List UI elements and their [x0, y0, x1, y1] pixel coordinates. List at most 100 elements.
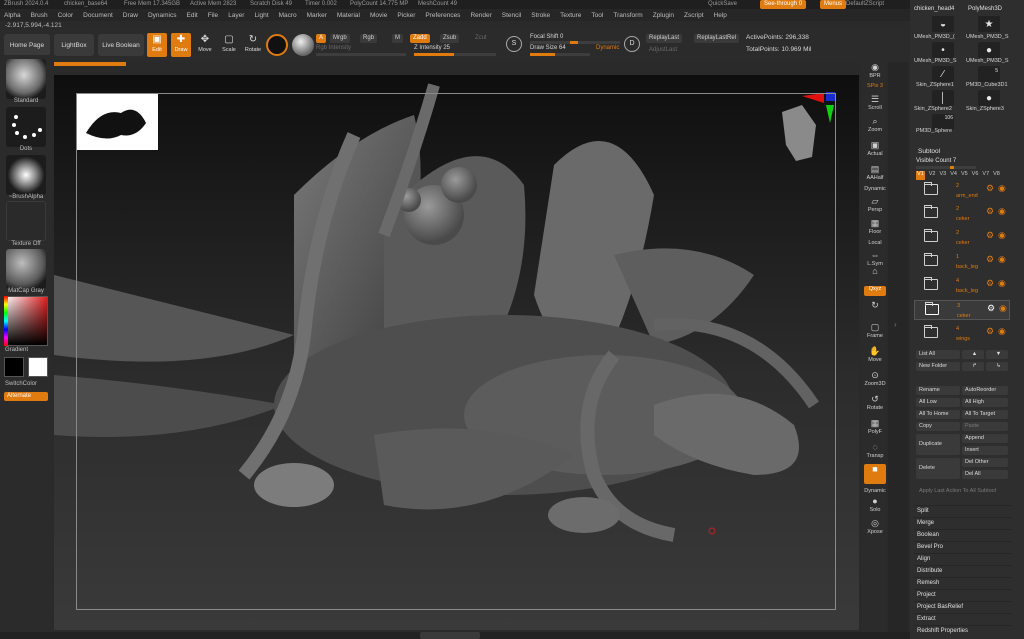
extract-menu[interactable]: Extract — [914, 613, 1012, 624]
append-button[interactable]: Append — [962, 434, 1008, 443]
menu-marker[interactable]: Marker — [307, 12, 327, 19]
menu-picker[interactable]: Picker — [397, 12, 415, 19]
adjust-last-slider[interactable]: AdjustLast — [646, 46, 680, 55]
tool-label-2[interactable]: UMesh_PM3D_( — [914, 34, 955, 40]
gear-icon[interactable]: ⚙ — [986, 206, 994, 217]
transp-button[interactable]: ◌ Transp — [864, 442, 886, 462]
eye-icon[interactable]: ◉ — [998, 278, 1006, 289]
paste-button[interactable]: Paste — [962, 422, 1008, 431]
tool-label-0[interactable]: chicken_head4 — [914, 6, 954, 12]
align-menu[interactable]: Align — [914, 553, 1012, 564]
brush-standard-thumbnail[interactable] — [6, 59, 46, 99]
boolean-menu[interactable]: Boolean — [914, 529, 1012, 540]
gear-icon[interactable]: ⚙ — [986, 230, 994, 241]
edit-button[interactable]: ▣ Edit — [147, 33, 167, 57]
menu-texture[interactable]: Texture — [560, 12, 581, 19]
primary-color-swatch[interactable] — [4, 357, 24, 377]
scroll-button[interactable]: ☰ Scroll — [864, 94, 886, 114]
rgb-toggle[interactable]: Rgb — [360, 34, 378, 43]
eye-icon[interactable]: ◉ — [998, 230, 1006, 241]
menu-zplugin[interactable]: Zplugin — [653, 12, 674, 19]
eye-icon[interactable]: ◉ — [998, 183, 1006, 194]
actual-button[interactable]: ▣ Actual — [864, 140, 886, 160]
rgb-intensity-slider[interactable] — [316, 53, 406, 56]
move-down-button[interactable]: ▼ — [986, 350, 1008, 359]
quicksave-button[interactable]: QuickSave — [708, 0, 737, 9]
umesh-thumbnail-1[interactable]: • — [932, 42, 954, 58]
menu-alpha[interactable]: Alpha — [4, 12, 21, 19]
all-to-home-button[interactable]: All To Home — [916, 410, 960, 419]
frame-button[interactable]: ▢ Frame — [864, 322, 886, 342]
arrow-corner-down-button[interactable]: ↳ — [986, 362, 1008, 371]
tray-divider[interactable]: › — [888, 62, 908, 639]
tab-v8[interactable]: V8 — [993, 171, 1000, 180]
tool-label-9[interactable]: Skin_ZSphere3 — [966, 106, 1004, 112]
zcut-toggle[interactable]: Zcut — [472, 34, 490, 43]
subtool-row[interactable]: 2 ceker ⚙ ◉ — [914, 228, 1010, 248]
xpose-button[interactable]: ◎ Xpose — [864, 518, 886, 538]
auto-reorder-button[interactable]: AutoReorder — [962, 386, 1008, 395]
tool-label-10[interactable]: PM3D_Sphere — [916, 128, 952, 134]
home-page-button[interactable]: Home Page — [4, 34, 50, 56]
rotate-button[interactable]: ↻ Rotate — [243, 33, 263, 57]
project-menu[interactable]: Project — [914, 589, 1012, 600]
hue-strip[interactable] — [4, 296, 8, 346]
skin-zsphere-thumbnail-1[interactable]: ∕ — [932, 66, 954, 82]
subtool-row[interactable]: 4 wings ⚙ ◉ — [914, 324, 1010, 344]
rotate-axis-icon[interactable]: ↻ — [864, 300, 886, 314]
arrow-corner-up-button[interactable]: ↱ — [962, 362, 984, 371]
sphere-thumbnail[interactable]: ● — [978, 90, 1000, 106]
texture-thumbnail[interactable] — [6, 201, 46, 241]
m-toggle[interactable]: M — [392, 34, 403, 43]
redshift-properties-menu[interactable]: Redshift Properties — [914, 625, 1012, 636]
tab-v2[interactable]: V2 — [929, 171, 936, 180]
menu-transform[interactable]: Transform — [613, 12, 642, 19]
tool-label-7[interactable]: PM3D_Cube3D1 — [966, 82, 1008, 88]
alpha-thumbnail[interactable] — [6, 155, 46, 195]
menu-macro[interactable]: Macro — [279, 12, 297, 19]
project-basrelief-menu[interactable]: Project BasRelief — [914, 601, 1012, 612]
zoom3d-button[interactable]: ⊙ Zoom3D — [864, 370, 886, 390]
tray-arrow-icon[interactable]: › — [894, 320, 900, 330]
bpr-button[interactable]: ◉ BPR — [864, 62, 886, 82]
all-to-target-button[interactable]: All To Target — [962, 410, 1008, 419]
subtool-row[interactable]: 2 ceker ⚙ ◉ — [914, 204, 1010, 224]
bevel-pro-menu[interactable]: Bevel Pro — [914, 541, 1012, 552]
color-picker[interactable] — [4, 296, 48, 346]
scale-button[interactable]: ▢ Scale — [219, 33, 239, 57]
floor-button[interactable]: ▦ Floor — [864, 218, 886, 238]
menu-tool[interactable]: Tool — [591, 12, 603, 19]
zadd-toggle[interactable]: Zadd — [410, 34, 430, 43]
polyf-button[interactable]: ▦ PolyF — [864, 418, 886, 438]
subtool-row[interactable]: 4 back_leg ⚙ ◉ — [914, 276, 1010, 296]
menu-color[interactable]: Color — [58, 12, 74, 19]
remesh-menu[interactable]: Remesh — [914, 577, 1012, 588]
menu-preferences[interactable]: Preferences — [425, 12, 460, 19]
tool-label-4[interactable]: UMesh_PM3D_S — [914, 58, 957, 64]
menu-draw[interactable]: Draw — [123, 12, 138, 19]
all-low-button[interactable]: All Low — [916, 398, 960, 407]
gear-icon[interactable]: ⚙ — [987, 303, 995, 314]
subtool-row[interactable]: 1 back_leg ⚙ ◉ — [914, 252, 1010, 272]
menu-stencil[interactable]: Stencil — [502, 12, 522, 19]
tab-v5[interactable]: V5 — [961, 171, 968, 180]
eye-icon[interactable]: ◉ — [998, 326, 1006, 337]
viewport-canvas[interactable] — [54, 75, 859, 630]
copy-button[interactable]: Copy — [916, 422, 960, 431]
subtool-title[interactable]: Subtool — [918, 148, 940, 155]
persp-button[interactable]: ▱ Persp — [864, 196, 886, 216]
matcap-thumbnail[interactable] — [6, 249, 46, 289]
tool-label-3[interactable]: UMesh_PM3D_S — [966, 34, 1009, 40]
new-folder-button[interactable]: New Folder — [916, 362, 960, 371]
distribute-menu[interactable]: Distribute — [914, 565, 1012, 576]
rotate-view-button[interactable]: ↺ Rotate — [864, 394, 886, 414]
move-view-button[interactable]: ✋ Move — [864, 346, 886, 366]
del-other-button[interactable]: Del Other — [962, 458, 1008, 467]
tab-v7[interactable]: V7 — [982, 171, 989, 180]
chicken-head-thumbnail[interactable]: ◒ — [932, 16, 954, 32]
list-all-button[interactable]: List All — [916, 350, 960, 359]
rename-button[interactable]: Rename — [916, 386, 960, 395]
del-all-button[interactable]: Del All — [962, 470, 1008, 479]
gear-icon[interactable]: ⚙ — [986, 254, 994, 265]
switch-color-button[interactable]: SwitchColor — [0, 381, 52, 387]
